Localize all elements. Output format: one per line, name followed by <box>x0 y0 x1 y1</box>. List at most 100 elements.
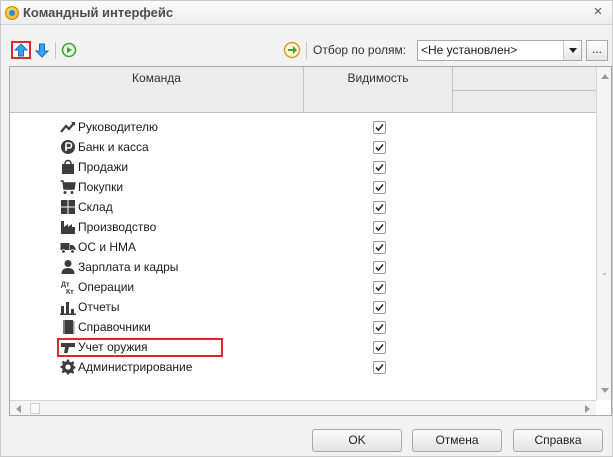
svg-text:Кт: Кт <box>66 289 74 295</box>
scroll-up-icon[interactable] <box>597 68 611 84</box>
close-button[interactable]: × <box>590 4 606 20</box>
visibility-checkbox[interactable] <box>373 141 386 154</box>
title-bar: Командный интерфейс × <box>1 1 612 25</box>
vertical-scrollbar[interactable] <box>596 67 611 400</box>
list-item-label: Банк и касса <box>78 140 149 154</box>
toolbar-separator <box>306 42 307 59</box>
list-item[interactable]: Учет оружия <box>10 337 596 357</box>
column-header-command[interactable]: Команда <box>10 67 304 113</box>
ok-button[interactable]: OK <box>312 429 402 452</box>
list-item-label: Склад <box>78 200 113 214</box>
scroll-left-icon[interactable] <box>11 401 27 415</box>
move-up-button[interactable] <box>11 41 31 59</box>
list-item-label: ОС и НМА <box>78 240 137 254</box>
list-item-label: Производство <box>78 220 157 234</box>
checkmark-icon <box>375 143 384 152</box>
person-icon <box>61 260 75 274</box>
toolbar-separator <box>55 42 56 59</box>
apply-roles-button[interactable] <box>283 41 301 59</box>
command-grid: Команда Видимость Руководителю Банк и ка… <box>9 66 612 416</box>
list-item[interactable]: Зарплата и кадры <box>10 257 596 277</box>
list-item[interactable]: Покупки <box>10 177 596 197</box>
visibility-checkbox[interactable] <box>373 341 386 354</box>
checkmark-icon <box>375 343 384 352</box>
visibility-checkbox[interactable] <box>373 181 386 194</box>
toolbar: Отбор по ролям: <Не установлен> ... <box>1 38 612 64</box>
column-header-command-label: Команда <box>132 71 181 85</box>
list-item[interactable]: Производство <box>10 217 596 237</box>
list-item-label: Зарплата и кадры <box>78 260 179 274</box>
chevron-down-icon[interactable] <box>563 41 581 60</box>
checkmark-icon <box>375 283 384 292</box>
list-item[interactable]: Администрирование <box>10 357 596 377</box>
book-icon <box>63 320 75 334</box>
debit-credit-icon: Дт Кт <box>61 282 74 296</box>
list-item[interactable]: Склад <box>10 197 596 217</box>
list-item[interactable]: Руководителю <box>10 117 596 137</box>
list-item[interactable]: Отчеты <box>10 297 596 317</box>
visibility-checkbox[interactable] <box>373 301 386 314</box>
role-filter-more-button[interactable]: ... <box>586 40 608 61</box>
bar-chart-icon <box>60 302 76 315</box>
factory-icon <box>61 221 75 234</box>
list-item[interactable]: ОС и НМА <box>10 237 596 257</box>
apply-icon <box>283 41 301 59</box>
command-list: Руководителю Банк и касса Продажи Покупк… <box>10 117 596 377</box>
help-button[interactable]: Справка <box>513 429 603 452</box>
role-filter-value: <Не установлен> <box>421 43 518 57</box>
scroll-down-icon[interactable] <box>597 383 611 399</box>
list-item[interactable]: Банк и касса <box>10 137 596 157</box>
list-item[interactable]: Продажи <box>10 157 596 177</box>
shopping-cart-icon <box>60 180 76 194</box>
column-header-roles[interactable] <box>453 67 596 113</box>
visibility-checkbox[interactable] <box>373 201 386 214</box>
list-item[interactable]: Справочники <box>10 317 596 337</box>
checkmark-icon <box>375 323 384 332</box>
command-interface-dialog: Командный интерфейс × Отбор по ролям: <Н… <box>0 0 613 457</box>
scroll-thumb[interactable] <box>30 403 40 414</box>
visibility-checkbox[interactable] <box>373 261 386 274</box>
move-down-button[interactable] <box>34 42 50 58</box>
checkmark-icon <box>375 163 384 172</box>
list-item-label: Руководителю <box>78 120 159 134</box>
pistol-icon <box>61 343 75 353</box>
column-header-visibility-label: Видимость <box>347 71 409 85</box>
checkmark-icon <box>375 123 384 132</box>
checkmark-icon <box>375 203 384 212</box>
list-item[interactable]: Дт Кт Операции <box>10 277 596 297</box>
arrow-down-icon <box>34 43 50 58</box>
horizontal-scrollbar[interactable] <box>10 400 596 415</box>
visibility-checkbox[interactable] <box>373 121 386 134</box>
visibility-checkbox[interactable] <box>373 221 386 234</box>
list-item-label: Продажи <box>78 160 129 174</box>
checkmark-icon <box>375 243 384 252</box>
bank-coin-icon <box>61 140 75 154</box>
gear-icon <box>60 359 76 375</box>
cancel-button[interactable]: Отмена <box>412 429 502 452</box>
role-filter-select[interactable]: <Не установлен> <box>417 40 582 61</box>
column-header-visibility[interactable]: Видимость <box>304 67 453 113</box>
visibility-checkbox[interactable] <box>373 361 386 374</box>
list-item-label: Справочники <box>78 320 151 334</box>
visibility-checkbox[interactable] <box>373 241 386 254</box>
checkmark-icon <box>375 263 384 272</box>
list-item-label: Покупки <box>78 180 124 194</box>
scroll-right-icon[interactable] <box>579 401 595 415</box>
app-logo-icon <box>5 6 19 20</box>
role-filter-label: Отбор по ролям: <box>313 43 407 57</box>
visibility-checkbox[interactable] <box>373 281 386 294</box>
refresh-button[interactable] <box>61 42 77 58</box>
scroll-grip <box>603 273 606 275</box>
checkmark-icon <box>375 363 384 372</box>
checkmark-icon <box>375 303 384 312</box>
visibility-checkbox[interactable] <box>373 161 386 174</box>
truck-icon <box>60 243 76 254</box>
visibility-checkbox[interactable] <box>373 321 386 334</box>
refresh-icon <box>61 42 77 58</box>
checkmark-icon <box>375 223 384 232</box>
arrow-up-icon <box>13 43 29 57</box>
list-item-label: Учет оружия <box>78 340 148 354</box>
svg-text:Дт: Дт <box>61 282 70 289</box>
shopping-bag-icon <box>62 159 74 174</box>
header-divider <box>453 90 596 91</box>
